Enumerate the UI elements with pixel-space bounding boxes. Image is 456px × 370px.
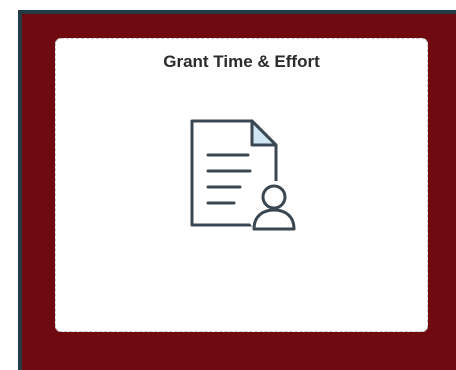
grant-time-effort-tile[interactable]: Grant Time & Effort	[55, 38, 428, 332]
page-frame: Grant Time & Effort	[0, 0, 456, 370]
tile-title: Grant Time & Effort	[163, 52, 320, 71]
document-person-icon	[190, 119, 302, 235]
